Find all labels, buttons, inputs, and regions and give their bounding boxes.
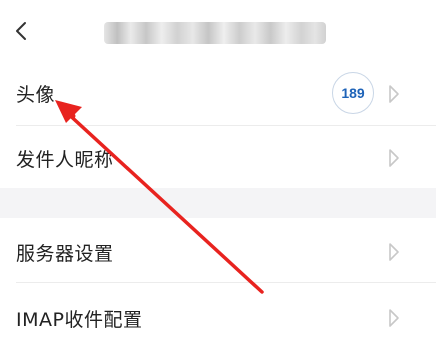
blurred-account-title bbox=[104, 22, 326, 44]
chevron-right-icon bbox=[389, 85, 399, 103]
chevron-right-icon bbox=[389, 309, 399, 327]
server-settings-label: 服务器设置 bbox=[16, 243, 114, 265]
sender-nickname-row[interactable]: 发件人昵称 bbox=[0, 126, 436, 188]
avatar-badge: 189 bbox=[332, 72, 374, 114]
back-button[interactable] bbox=[10, 14, 40, 48]
section-separator bbox=[0, 188, 436, 218]
navigation-bar bbox=[0, 0, 436, 62]
chevron-left-icon bbox=[16, 22, 26, 40]
account-settings-page: 头像 189 发件人昵称 服务器设置 IMAP收件配置 bbox=[0, 0, 436, 353]
avatar-row[interactable]: 头像 189 bbox=[0, 62, 436, 125]
chevron-right-icon bbox=[389, 149, 399, 167]
chevron-right-icon bbox=[389, 243, 399, 261]
sender-nickname-label: 发件人昵称 bbox=[16, 149, 114, 171]
avatar-row-label: 头像 bbox=[16, 84, 56, 106]
server-settings-row[interactable]: 服务器设置 bbox=[0, 218, 436, 282]
imap-settings-label: IMAP收件配置 bbox=[16, 309, 143, 331]
imap-settings-row[interactable]: IMAP收件配置 bbox=[0, 283, 436, 353]
